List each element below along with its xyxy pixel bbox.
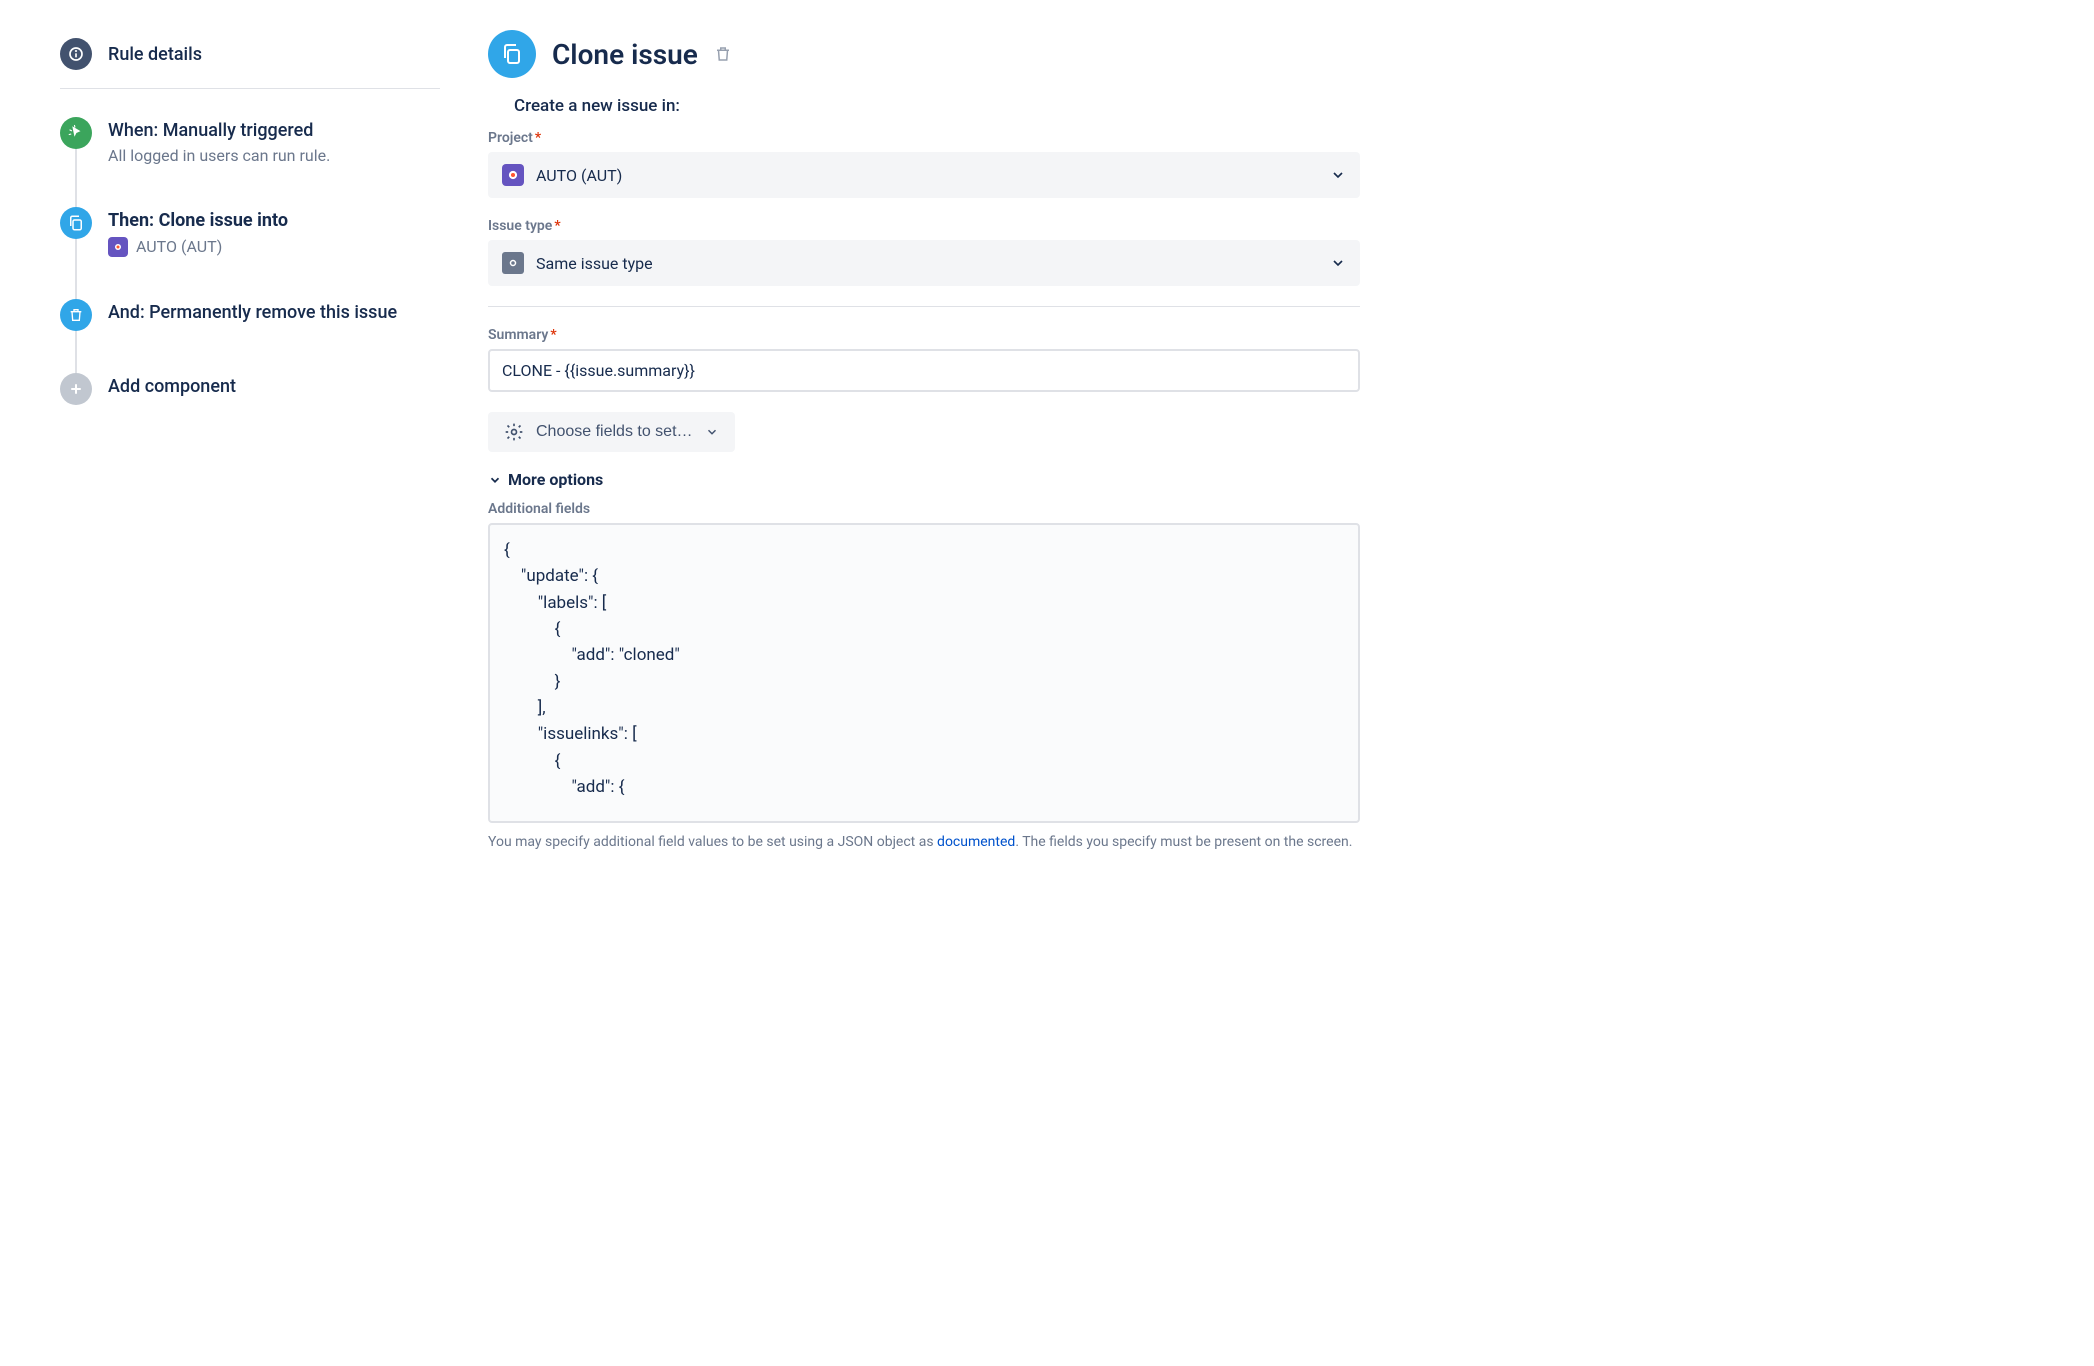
plus-icon — [60, 373, 92, 405]
issue-type-select[interactable]: Same issue type — [488, 240, 1360, 286]
more-options-toggle[interactable]: More options — [488, 470, 1360, 489]
chevron-down-icon — [705, 425, 719, 439]
step-project: AUTO (AUT) — [108, 237, 288, 257]
summary-input[interactable] — [488, 349, 1360, 392]
rule-sidebar: Rule details When: Manually triggered Al… — [60, 30, 440, 853]
field-label: Summary* — [488, 327, 1360, 343]
button-label: Choose fields to set… — [536, 423, 693, 441]
step-add-component[interactable]: Add component — [60, 373, 440, 405]
rule-steps: When: Manually triggered All logged in u… — [60, 117, 440, 405]
clone-icon — [60, 207, 92, 239]
section-label: Create a new issue in: — [514, 96, 1360, 116]
divider — [488, 306, 1360, 307]
field-label: Project* — [488, 130, 1360, 146]
info-icon — [60, 38, 92, 70]
step-clone-issue[interactable]: Then: Clone issue into AUTO (AUT) — [60, 207, 440, 256]
cursor-icon — [60, 117, 92, 149]
main-panel: Clone issue Create a new issue in: Proje… — [488, 30, 1360, 853]
clone-icon — [488, 30, 536, 78]
select-value: AUTO (AUT) — [536, 166, 1318, 185]
project-avatar-icon — [502, 164, 524, 186]
rule-details-label: Rule details — [108, 44, 202, 65]
summary-field: Summary* — [488, 327, 1360, 392]
panel-title: Clone issue — [552, 38, 698, 71]
chevron-down-icon — [488, 473, 502, 487]
step-title: Add component — [108, 375, 236, 398]
toggle-label: More options — [508, 470, 603, 489]
step-title: And: Permanently remove this issue — [108, 301, 397, 324]
step-title: Then: Clone issue into — [108, 209, 288, 232]
panel-header: Clone issue — [488, 30, 1360, 78]
project-field: Project* AUTO (AUT) — [488, 130, 1360, 198]
rule-details-link[interactable]: Rule details — [60, 30, 440, 89]
choose-fields-button[interactable]: Choose fields to set… — [488, 412, 735, 452]
gear-icon — [504, 422, 524, 442]
additional-fields-label: Additional fields — [488, 501, 1360, 517]
chevron-down-icon — [1330, 167, 1346, 183]
step-delete-issue[interactable]: And: Permanently remove this issue — [60, 299, 440, 331]
step-trigger[interactable]: When: Manually triggered All logged in u… — [60, 117, 440, 165]
issue-type-icon — [502, 252, 524, 274]
chevron-down-icon — [1330, 255, 1346, 271]
project-select[interactable]: AUTO (AUT) — [488, 152, 1360, 198]
additional-fields-textarea[interactable] — [488, 523, 1360, 823]
trash-icon — [60, 299, 92, 331]
project-avatar-icon — [108, 237, 128, 257]
select-value: Same issue type — [536, 254, 1318, 273]
step-title: When: Manually triggered — [108, 119, 330, 142]
documented-link[interactable]: documented — [937, 834, 1015, 850]
help-text: You may specify additional field values … — [488, 833, 1360, 853]
issue-type-field: Issue type* Same issue type — [488, 218, 1360, 286]
step-subtitle: All logged in users can run rule. — [108, 146, 330, 165]
field-label: Issue type* — [488, 218, 1360, 234]
delete-component-button[interactable] — [714, 45, 732, 63]
